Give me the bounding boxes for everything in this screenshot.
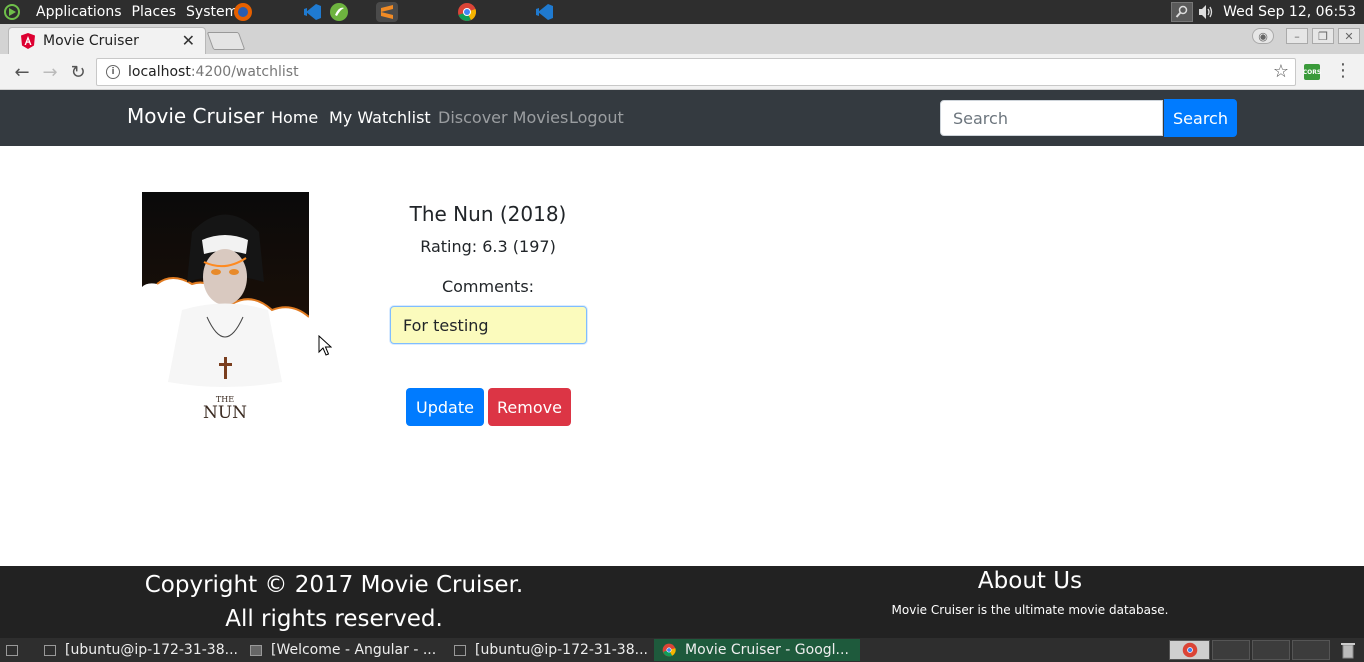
- comments-label: Comments:: [441, 277, 535, 296]
- copyright-line-1: Copyright © 2017 Movie Cruiser.: [144, 572, 524, 598]
- firefox-icon[interactable]: [232, 2, 254, 22]
- nav-my-watchlist[interactable]: My Watchlist: [329, 108, 431, 127]
- chrome-small-icon: [662, 643, 676, 657]
- mouse-cursor-icon: [318, 335, 332, 356]
- cors-extension-icon[interactable]: CORS: [1303, 64, 1321, 80]
- forward-arrow-icon[interactable]: →: [38, 60, 62, 84]
- tab-title: Movie Cruiser: [43, 33, 139, 49]
- browser-toolbar: ← → ↻ i localhost:4200/watchlist ☆ CORS …: [0, 54, 1364, 90]
- back-arrow-icon[interactable]: ←: [10, 60, 34, 84]
- new-tab-button[interactable]: [206, 32, 246, 50]
- site-navbar: Movie Cruiser Home My Watchlist Discover…: [0, 90, 1364, 146]
- volume-icon[interactable]: [1195, 2, 1217, 22]
- nav-logout[interactable]: Logout: [569, 108, 624, 127]
- nav-discover-movies[interactable]: Discover Movies: [438, 108, 568, 127]
- terminal-icon: [44, 644, 56, 656]
- brand-link[interactable]: Movie Cruiser: [127, 104, 264, 128]
- comments-input[interactable]: [390, 306, 587, 344]
- remove-button[interactable]: Remove: [488, 388, 571, 426]
- os-taskbar: [ubuntu@ip-172-31-38... [Welcome - Angul…: [0, 638, 1364, 662]
- poster-text-nun: NUN: [203, 403, 247, 423]
- url-path: :4200/watchlist: [190, 64, 299, 80]
- search-button[interactable]: Search: [1164, 99, 1237, 137]
- applications-menu[interactable]: Applications: [32, 0, 126, 24]
- workspace-2[interactable]: [1212, 640, 1250, 660]
- bookmark-star-icon[interactable]: ☆: [1273, 61, 1289, 82]
- site-info-icon[interactable]: i: [106, 65, 120, 79]
- restore-window-icon[interactable]: ❐: [1312, 28, 1334, 44]
- update-button[interactable]: Update: [406, 388, 484, 426]
- tab-close-icon[interactable]: ✕: [182, 31, 195, 50]
- browser-tab-strip: Movie Cruiser ✕ ◉ – ❐ ✕: [0, 24, 1364, 54]
- places-menu[interactable]: Places: [128, 0, 181, 24]
- copyright-text: Copyright © 2017 Movie Cruiser. All righ…: [134, 568, 534, 636]
- url-host: localhost: [128, 64, 191, 80]
- reload-icon[interactable]: ↻: [66, 60, 90, 84]
- show-desktop-icon[interactable]: [0, 639, 40, 661]
- sublime-text-icon[interactable]: [376, 2, 398, 22]
- taskbar-item-chrome[interactable]: Movie Cruiser - Googl...: [654, 639, 860, 661]
- movie-poster: THE NUN: [142, 192, 309, 428]
- angular-favicon-icon: [21, 33, 35, 49]
- copyright-line-2: All rights reserved.: [225, 606, 443, 632]
- nav-home[interactable]: Home: [271, 108, 318, 127]
- terminal-icon-2: [454, 644, 466, 656]
- taskbar-item-angular[interactable]: [Welcome - Angular - ...: [242, 639, 442, 661]
- clock[interactable]: Wed Sep 12, 06:53: [1223, 4, 1356, 20]
- tab-movie-cruiser[interactable]: Movie Cruiser ✕: [8, 27, 206, 54]
- about-us-heading: About Us: [977, 568, 1083, 594]
- trash-icon[interactable]: [1338, 639, 1360, 661]
- search-tray-icon[interactable]: [1171, 2, 1194, 22]
- taskbar-item-terminal-1[interactable]: [ubuntu@ip-172-31-38...: [36, 639, 240, 661]
- close-window-icon[interactable]: ✕: [1338, 28, 1360, 44]
- vscode-icon-2[interactable]: [533, 2, 555, 22]
- workspace-4[interactable]: [1292, 640, 1330, 660]
- workspace-1[interactable]: [1169, 640, 1210, 660]
- address-bar[interactable]: i localhost:4200/watchlist ☆: [96, 58, 1296, 86]
- browser-menu-icon[interactable]: ⋮: [1334, 60, 1352, 81]
- minimize-window-icon[interactable]: –: [1286, 28, 1308, 44]
- os-top-panel: Applications Places System Wed Sep 12, 0…: [0, 0, 1364, 24]
- site-footer: Copyright © 2017 Movie Cruiser. All righ…: [0, 566, 1364, 638]
- window-icon: [250, 644, 262, 656]
- movie-rating: Rating: 6.3 (197): [420, 237, 556, 256]
- about-us-text: Movie Cruiser is the ultimate movie data…: [891, 603, 1169, 617]
- movie-title: The Nun (2018): [409, 202, 567, 226]
- search-input[interactable]: [940, 100, 1163, 136]
- workspace-3[interactable]: [1252, 640, 1290, 660]
- spring-tool-icon[interactable]: [328, 2, 350, 22]
- vscode-icon[interactable]: [301, 2, 323, 22]
- chrome-icon[interactable]: [456, 2, 478, 22]
- profile-icon[interactable]: ◉: [1252, 28, 1274, 44]
- system-logo-icon[interactable]: [0, 0, 24, 24]
- taskbar-item-terminal-2[interactable]: [ubuntu@ip-172-31-38...: [446, 639, 652, 661]
